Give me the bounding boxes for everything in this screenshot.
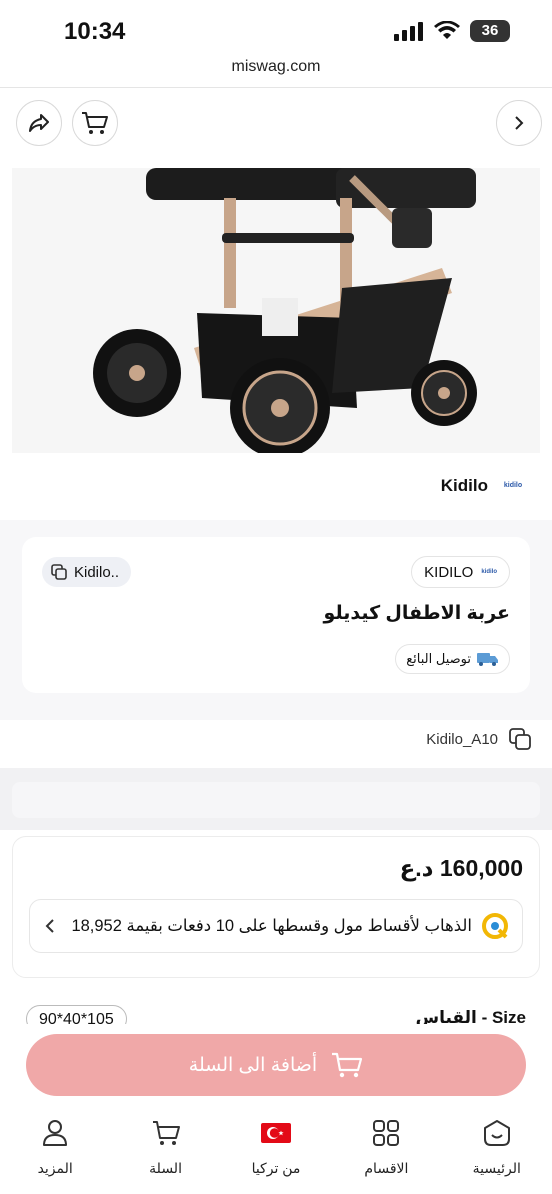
price-card: 160,000 د.ع الذهاب لأقساط مول وقسطها على…: [12, 836, 540, 978]
nav-turkey[interactable]: من تركيا: [221, 1110, 331, 1194]
copy-name-chip[interactable]: Kidilo..: [42, 557, 132, 587]
nav-categories[interactable]: الاقسام: [331, 1110, 441, 1194]
user-icon: [43, 1120, 68, 1146]
chevron-left-icon: [45, 919, 54, 933]
nav-cart[interactable]: السلة: [110, 1110, 220, 1194]
brand-chip[interactable]: KIDILO kidilo: [411, 556, 510, 588]
battery-indicator: 36: [470, 20, 510, 42]
add-to-cart-label: أضافة الى السلة: [188, 1054, 318, 1076]
product-image[interactable]: [12, 168, 540, 453]
turkey-flag-icon: [260, 1123, 291, 1143]
brand-name: Kidilo: [440, 476, 488, 495]
share-button[interactable]: [16, 100, 62, 146]
nav-home-label: الرئيسية: [472, 1160, 521, 1176]
status-bar: 10:34 36: [0, 0, 552, 58]
product-title: عربة الاطفال كيديلو: [323, 603, 510, 624]
sku-value: Kidilo_A10: [426, 730, 498, 748]
forward-button[interactable]: [496, 100, 542, 146]
truck-icon: [477, 653, 498, 666]
nav-categories-label: الاقسام: [364, 1160, 409, 1176]
product-info-card: Kidilo.. KIDILO kidilo عربة الاطفال كيدي…: [22, 537, 530, 693]
nav-more-label: المزيد: [37, 1160, 73, 1176]
share-icon: [29, 114, 49, 132]
copy-chip-label: Kidilo..: [74, 563, 120, 581]
grid-icon: [373, 1120, 400, 1146]
size-label: Size - القياس: [415, 1008, 526, 1024]
url-bar[interactable]: miswag.com: [0, 58, 552, 88]
bottom-nav: الرئيسية الاقسام من تركيا السلة المزيد: [0, 1110, 552, 1194]
copy-sku-icon[interactable]: [508, 727, 532, 751]
brand-chip-label: KIDILO: [424, 563, 474, 581]
price-amount: 160,000 د.ع: [399, 855, 523, 881]
stroller-illustration: [93, 168, 477, 453]
nav-cart-label: السلة: [149, 1160, 182, 1176]
delivery-badge: توصيل البائع: [395, 644, 510, 674]
add-to-cart-button[interactable]: أضافة الى السلة: [26, 1034, 526, 1096]
installment-text: الذهاب لأقساط مول وقسطها على 10 دفعات بق…: [71, 917, 472, 935]
sku-row[interactable]: Kidilo_A10: [426, 727, 532, 751]
home-face-icon: [483, 1120, 510, 1146]
status-time: 10:34: [64, 18, 126, 45]
size-option[interactable]: 90*40*105: [26, 1005, 127, 1024]
cart-icon: [82, 112, 108, 134]
cart-plus-icon: [332, 1052, 363, 1078]
installment-box[interactable]: الذهاب لأقساط مول وقسطها على 10 دفعات بق…: [29, 899, 523, 953]
brand-row[interactable]: Kidilo kidilo: [0, 470, 552, 506]
copy-icon: [51, 564, 67, 580]
brand-chip-logo: kidilo: [481, 569, 497, 575]
brand-logo: kidilo: [503, 482, 523, 489]
header-cart-button[interactable]: [72, 100, 118, 146]
size-row: Size - القياس 90*40*105: [0, 1000, 552, 1024]
chevron-right-icon: [515, 116, 524, 130]
nav-home[interactable]: الرئيسية: [442, 1110, 552, 1194]
divider-band: [0, 768, 552, 830]
delivery-label: توصيل البائع: [406, 651, 471, 666]
status-icons: 36: [394, 20, 510, 42]
nav-turkey-label: من تركيا: [251, 1160, 301, 1176]
wifi-icon: [434, 21, 460, 39]
installment-logo-icon: [482, 913, 508, 939]
nav-more[interactable]: المزيد: [0, 1110, 110, 1194]
cart-icon: [152, 1121, 180, 1145]
signal-icon: [394, 22, 423, 41]
